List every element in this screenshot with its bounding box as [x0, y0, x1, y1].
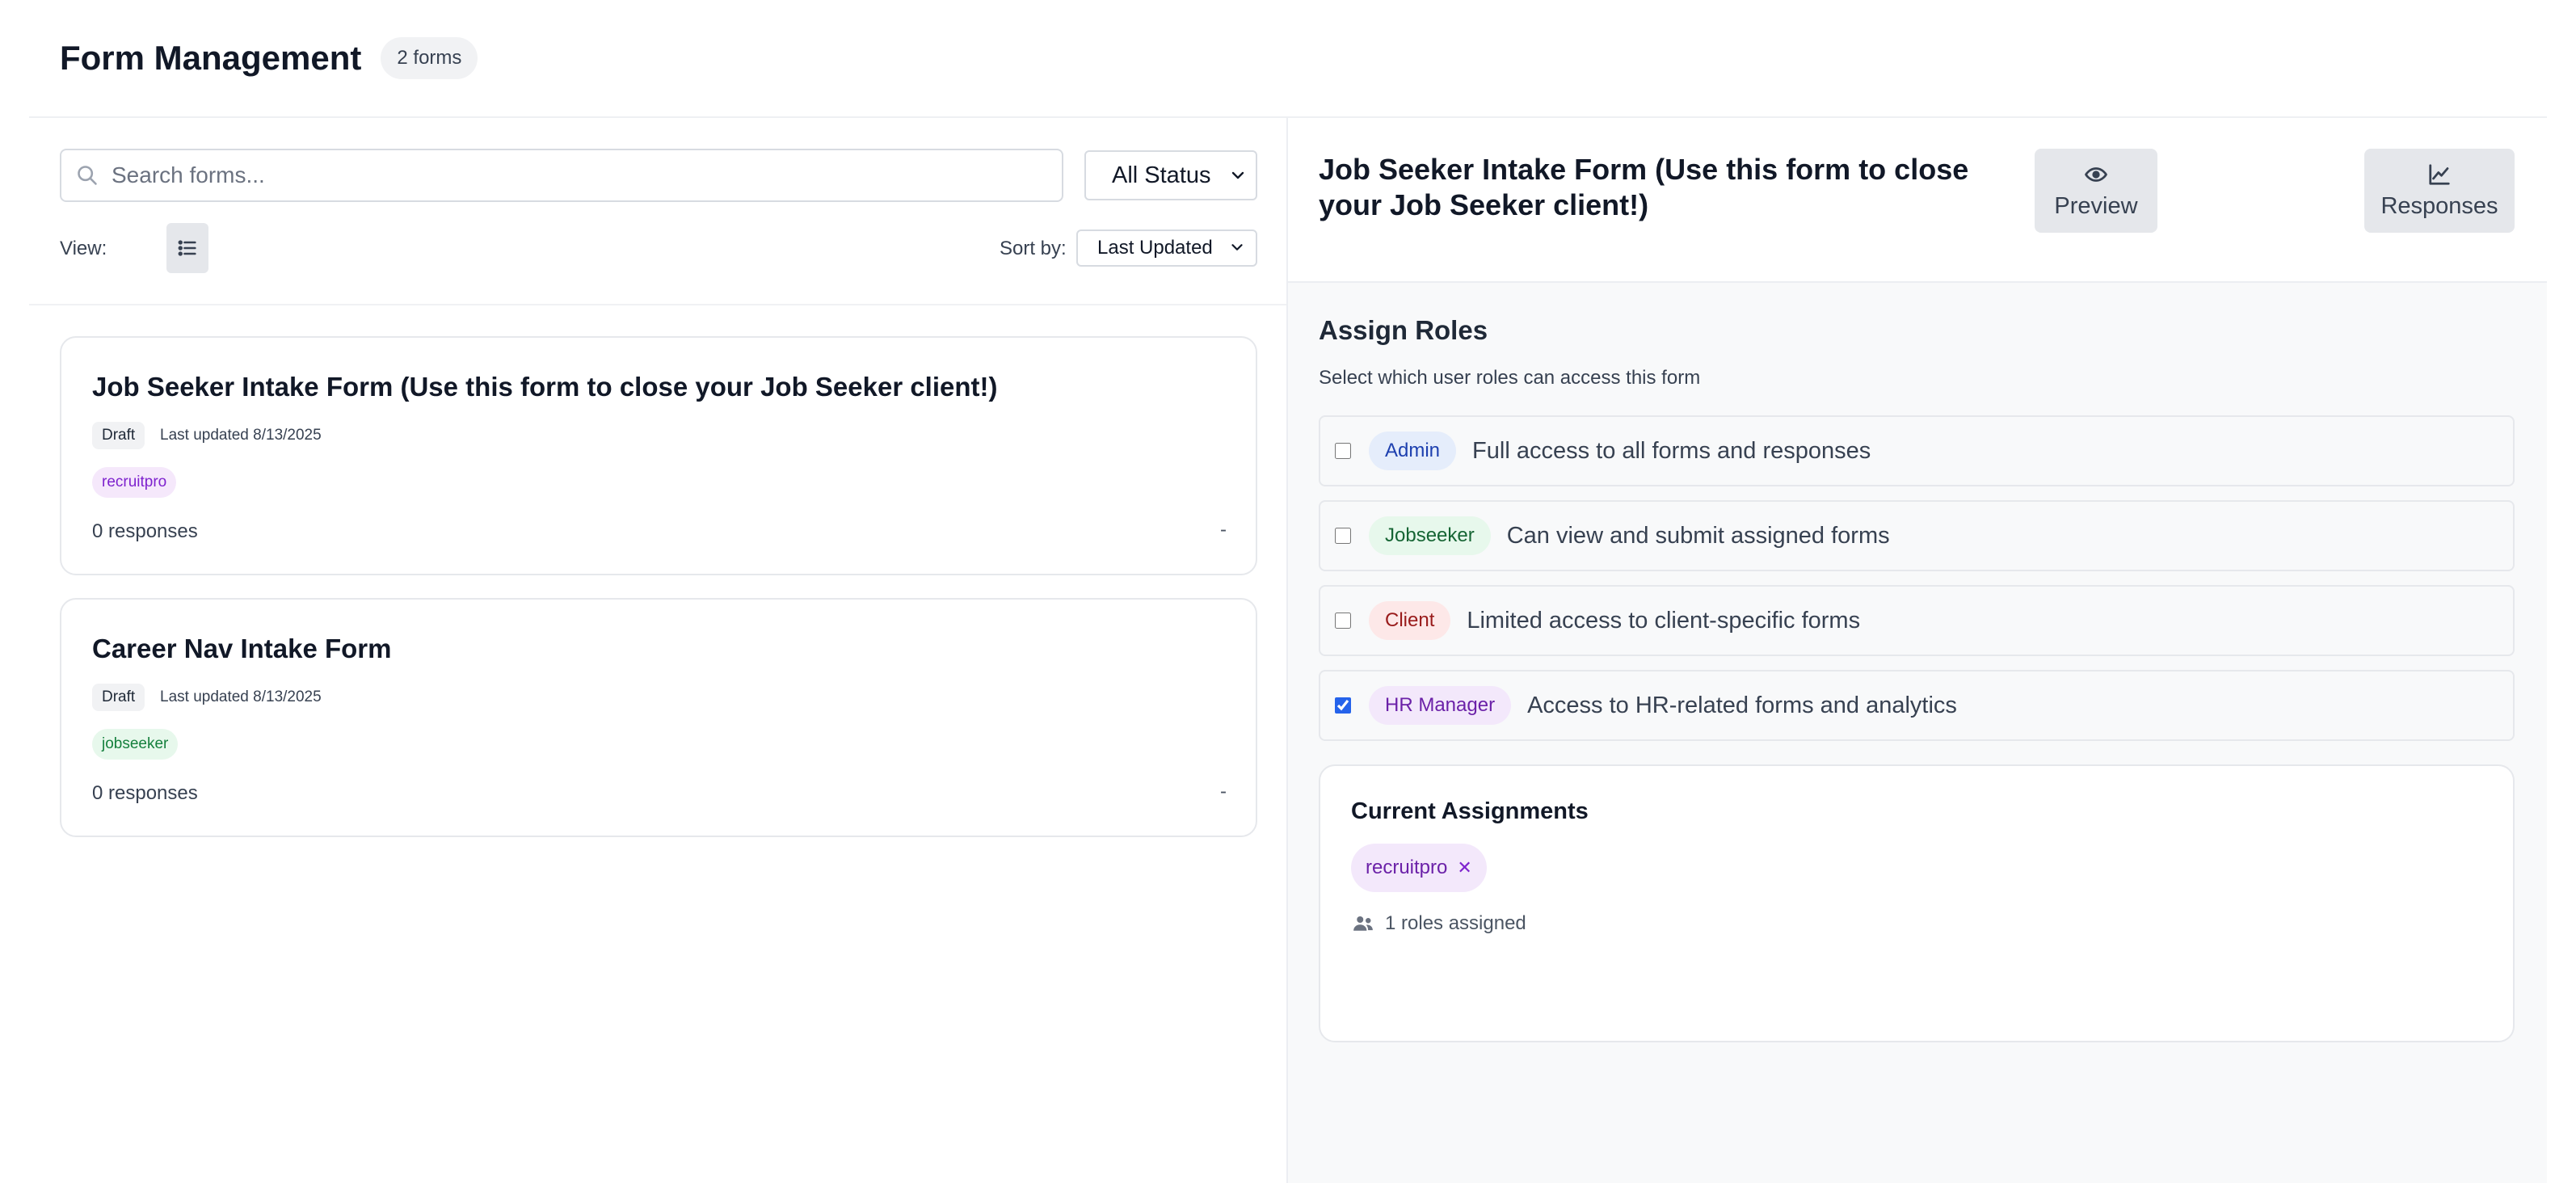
sort-value: Last Updated — [1097, 237, 1213, 259]
role-pill-admin: Admin — [1369, 432, 1457, 470]
role-pill-jobseeker: Jobseeker — [1369, 516, 1491, 555]
search-icon — [76, 164, 99, 187]
roles-assigned-count: 1 roles assigned — [1385, 912, 1526, 934]
response-placeholder: - — [1220, 781, 1227, 802]
response-count: 0 responses — [92, 782, 198, 804]
last-updated: Last updated 8/13/2025 — [160, 427, 322, 444]
eye-icon — [2084, 162, 2108, 187]
sort-label: Sort by: — [1000, 238, 1067, 259]
role-checkbox-hr-manager[interactable] — [1335, 697, 1351, 714]
role-option-admin[interactable]: Admin Full access to all forms and respo… — [1319, 415, 2515, 486]
roles-assigned-summary: 1 roles assigned — [1351, 911, 1526, 936]
close-icon[interactable]: ✕ — [1457, 857, 1471, 878]
role-checkbox-admin[interactable] — [1335, 443, 1351, 459]
role-description: Access to HR-related forms and analytics — [1527, 692, 1957, 718]
search-input[interactable] — [112, 162, 1041, 188]
current-assignments-title: Current Assignments — [1351, 798, 1589, 824]
role-pill-hr-manager: HR Manager — [1369, 686, 1512, 725]
role-tag: jobseeker — [92, 729, 179, 760]
form-title: Job Seeker Intake Form (Use this form to… — [92, 372, 998, 402]
forms-list-pane: All Status View: Sort by: Last Updated J… — [29, 118, 1288, 1183]
assign-roles-panel: Assign Roles Select which user roles can… — [1288, 283, 2547, 1183]
status-badge: Draft — [92, 422, 145, 449]
page-header: Form Management 2 forms — [29, 0, 2547, 118]
page-title: Form Management — [60, 39, 362, 77]
role-option-jobseeker[interactable]: Jobseeker Can view and submit assigned f… — [1319, 500, 2515, 571]
response-count: 0 responses — [92, 520, 198, 542]
preview-button[interactable]: Preview — [2035, 149, 2157, 233]
responses-button[interactable]: Responses — [2364, 149, 2515, 233]
role-checkbox-client[interactable] — [1335, 613, 1351, 629]
assigned-role-tag: recruitpro ✕ — [1351, 844, 1487, 892]
assign-roles-title: Assign Roles — [1319, 315, 1488, 345]
role-pill-client: Client — [1369, 601, 1451, 640]
role-tag: recruitpro — [92, 467, 177, 498]
forms-count-badge: 2 forms — [381, 37, 478, 79]
users-icon — [1351, 911, 1375, 936]
divider — [29, 304, 1288, 305]
assign-roles-subtitle: Select which user roles can access this … — [1319, 367, 1701, 389]
current-assignments-card: Current Assignments recruitpro ✕ 1 roles… — [1319, 764, 2515, 1042]
form-card[interactable]: Job Seeker Intake Form (Use this form to… — [60, 336, 1257, 575]
role-description: Can view and submit assigned forms — [1506, 522, 1890, 549]
sort-select[interactable]: Last Updated — [1076, 229, 1257, 267]
role-option-hr-manager[interactable]: HR Manager Access to HR-related forms an… — [1319, 670, 2515, 741]
form-title: Career Nav Intake Form — [92, 634, 392, 663]
preview-label: Preview — [2054, 192, 2138, 219]
chevron-down-icon — [1228, 166, 1248, 185]
list-icon — [176, 237, 199, 259]
role-option-client[interactable]: Client Limited access to client-specific… — [1319, 585, 2515, 656]
status-badge: Draft — [92, 684, 145, 711]
response-placeholder: - — [1220, 519, 1227, 541]
detail-title: Job Seeker Intake Form (Use this form to… — [1319, 153, 1969, 221]
view-label: View: — [60, 238, 107, 259]
status-filter-value: All Status — [1112, 162, 1211, 188]
search-box[interactable] — [60, 149, 1063, 202]
role-description: Limited access to client-specific forms — [1467, 607, 1861, 634]
chevron-down-icon — [1228, 238, 1248, 258]
assigned-role-label: recruitpro — [1366, 857, 1448, 878]
status-filter-select[interactable]: All Status — [1084, 150, 1257, 200]
last-updated: Last updated 8/13/2025 — [160, 688, 322, 705]
responses-label: Responses — [2380, 192, 2498, 219]
line-chart-icon — [2427, 162, 2452, 187]
form-card[interactable]: Career Nav Intake Form Draft Last update… — [60, 598, 1257, 837]
form-detail-header: Job Seeker Intake Form (Use this form to… — [1288, 118, 2547, 283]
role-description: Full access to all forms and responses — [1472, 437, 1871, 464]
list-view-button[interactable] — [166, 223, 208, 273]
role-checkbox-jobseeker[interactable] — [1335, 528, 1351, 544]
